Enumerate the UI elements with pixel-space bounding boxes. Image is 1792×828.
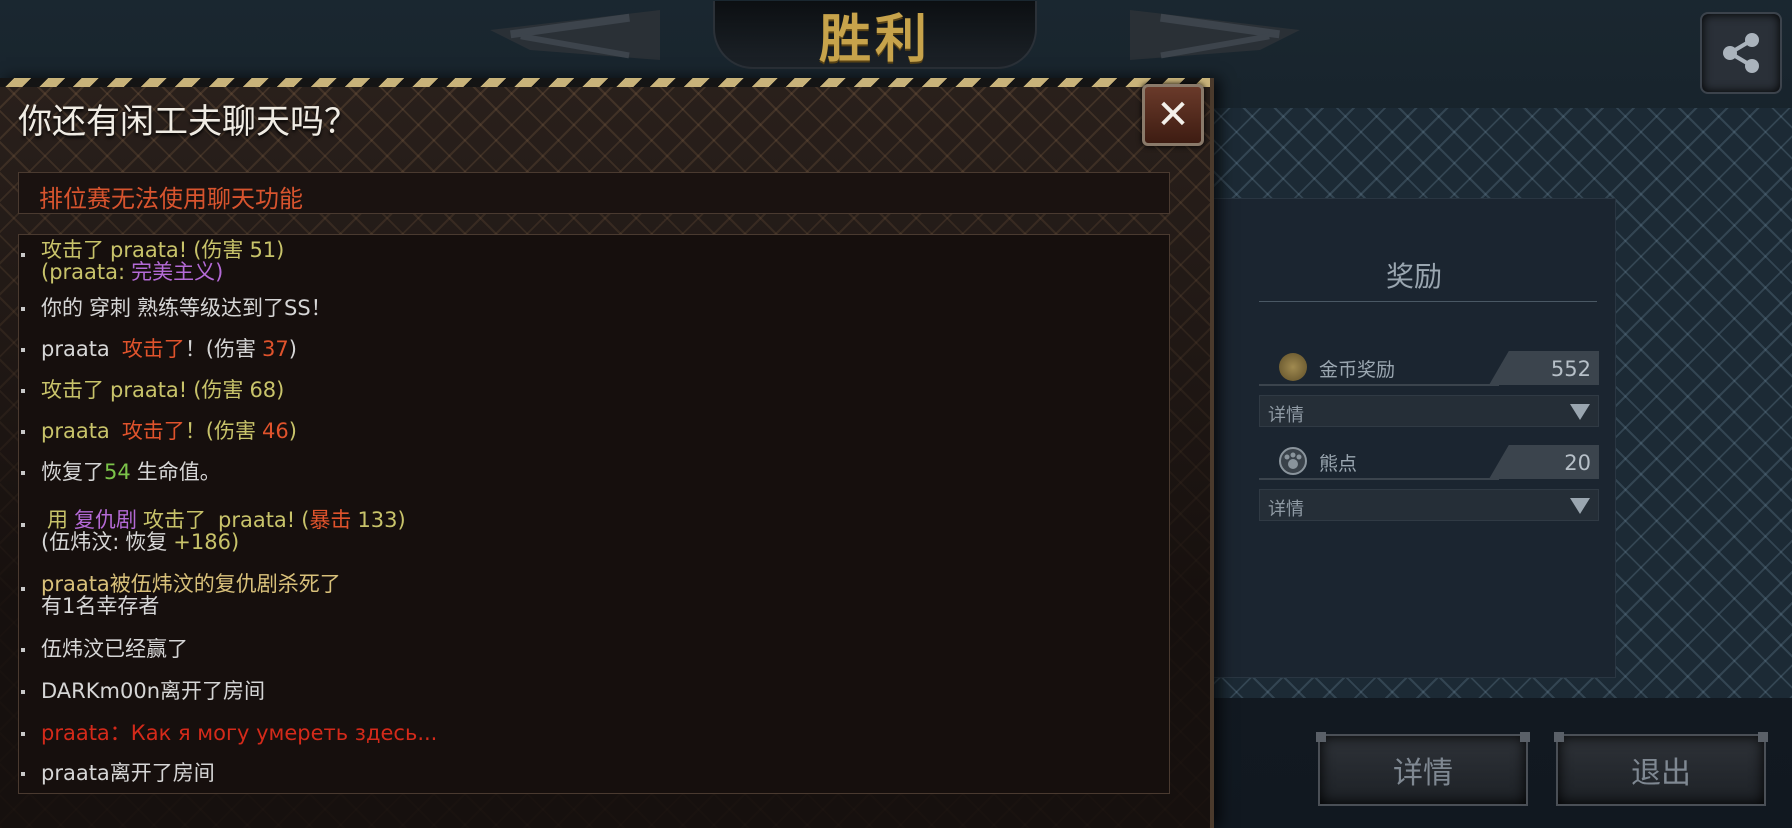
msg-text: 你的 [41, 296, 83, 320]
bear-detail-dropdown[interactable]: 详情 [1259, 489, 1599, 521]
chat-message: 恢复了54 生命值。 [21, 460, 221, 484]
rewards-title: 奖励 [1385, 260, 1442, 293]
chat-disabled-notice-text: 排位赛无法使用聊天功能 [39, 185, 303, 213]
msg-text: 恢复 [125, 530, 168, 554]
hazard-stripe [0, 78, 1210, 87]
msg-skill: 复仇剧 [74, 508, 137, 532]
bear-paw-icon [1279, 447, 1307, 475]
victory-plate: 胜利 [713, 1, 1037, 70]
msg-damage: 46 [262, 419, 289, 443]
chat-message: praata被伍炜汶的复仇剧杀死了 有1名幸存者 [21, 572, 341, 618]
close-button[interactable]: ✕ [1142, 84, 1204, 146]
msg-damage: 133) [357, 508, 406, 532]
bear-points-label: 熊点 [1319, 453, 1358, 475]
msg-text: ！(伤害 [184, 419, 257, 443]
msg-text: praata：Как я могу умереть здесь... [41, 721, 438, 745]
share-button[interactable] [1700, 12, 1782, 94]
msg-text: (伍炜汶: [41, 530, 120, 554]
chat-message: 伍炜汶已经赢了 [21, 637, 188, 661]
bear-detail-label: 详情 [1268, 499, 1304, 520]
share-icon [1723, 33, 1759, 73]
chat-message: praata 攻击了！(伤害 37) [21, 337, 297, 361]
bear-points-underline [1259, 478, 1499, 480]
chat-disabled-notice: 排位赛无法使用聊天功能 [18, 172, 1170, 214]
msg-text: 攻击了 [41, 238, 104, 262]
msg-target: praata! [218, 508, 296, 532]
chat-popup-title: 你还有闲工夫聊天吗？ [18, 102, 358, 142]
msg-text: 伍炜汶已经赢了 [41, 637, 188, 661]
details-button[interactable]: 详情 [1316, 732, 1530, 806]
msg-text: 被伍炜汶的复仇剧杀死了 [109, 572, 341, 596]
exit-button[interactable]: 退出 [1554, 732, 1768, 806]
chat-message: DARKm00n离开了房间 [20, 679, 266, 703]
chat-message: 你的 穿刺 熟练等级达到了SS！ [21, 296, 332, 320]
msg-text: (伤害 [193, 238, 244, 262]
gold-reward-row: 金币奖励 552 [1259, 351, 1599, 386]
msg-damage: 37 [262, 337, 289, 361]
msg-skill: 完美主义) [131, 260, 224, 284]
gold-reward-label: 金币奖励 [1319, 359, 1396, 381]
msg-player: praata [41, 337, 110, 361]
msg-text: 有1名幸存者 [41, 594, 160, 618]
chat-message: 用复仇剧 攻击了 praata! (暴击 133) (伍炜汶: 恢复 +186) [21, 508, 406, 554]
dropdown-arrow-icon [1570, 498, 1590, 514]
gold-detail-label: 详情 [1268, 405, 1304, 426]
msg-text: praata离开了房间 [41, 761, 215, 785]
chat-message: 攻击了 praata! (伤害 68) [20, 378, 285, 402]
chat-message: praata：Как я могу умереть здесь... [20, 721, 438, 745]
victory-title: 胜利 [818, 9, 931, 70]
msg-crit: 暴击 [309, 508, 352, 532]
msg-damage: 68 [249, 378, 277, 402]
gold-detail-dropdown[interactable]: 详情 [1259, 395, 1599, 427]
msg-text: 用 [47, 508, 68, 532]
msg-text: 熟练等级达到了SS！ [137, 296, 332, 320]
dropdown-arrow-icon [1570, 404, 1590, 420]
msg-target: praata! [110, 378, 188, 402]
chat-message: 攻击了 praata! (伤害 51) (praata: 完美主义) [20, 238, 285, 284]
msg-player: praata [41, 419, 110, 443]
msg-text: DARKm00n离开了房间 [41, 679, 266, 703]
msg-skill: 穿刺 [89, 296, 131, 320]
msg-text: ) [288, 337, 297, 361]
msg-text: 攻击了 [41, 378, 104, 402]
close-icon: ✕ [1156, 92, 1190, 138]
msg-heal: 54 [104, 460, 131, 484]
msg-target: praata! [110, 238, 188, 262]
gold-reward-value: 552 [1489, 351, 1599, 385]
chat-message: praata离开了房间 [21, 761, 215, 785]
gold-coin-icon [1279, 353, 1307, 381]
chat-popup: 你还有闲工夫聊天吗？ ✕ 排位赛无法使用聊天功能 攻击了 praata! (伤害 51… [0, 78, 1214, 828]
msg-text: 攻击了 [143, 508, 206, 532]
msg-text: 攻击了 [121, 419, 185, 443]
msg-text: 生命值。 [136, 460, 221, 484]
msg-text: ) [276, 378, 285, 402]
bear-points-row: 熊点 20 [1259, 445, 1599, 480]
rewards-divider [1259, 301, 1597, 302]
msg-text: ) [288, 419, 297, 443]
gold-reward-underline [1259, 384, 1499, 386]
victory-banner: 胜利 [560, 0, 1190, 70]
msg-text: 恢复了 [41, 460, 104, 484]
msg-text: (伤害 [193, 378, 244, 402]
msg-text: (praata: [41, 260, 126, 284]
msg-damage: 51) [249, 238, 285, 262]
rewards-panel: 奖励 金币奖励 552 详情 熊点 20 详情 [1212, 198, 1616, 678]
bear-points-value: 20 [1489, 445, 1599, 479]
msg-heal: +186) [173, 530, 240, 554]
msg-text: 攻击了 [121, 337, 185, 361]
chat-log[interactable]: 攻击了 praata! (伤害 51) (praata: 完美主义) 你的 穿刺 熟练等级达… [18, 234, 1170, 794]
msg-player: praata [41, 572, 110, 596]
msg-text: ！(伤害 [184, 337, 257, 361]
chat-message: praata 攻击了！(伤害 46) [21, 419, 297, 443]
